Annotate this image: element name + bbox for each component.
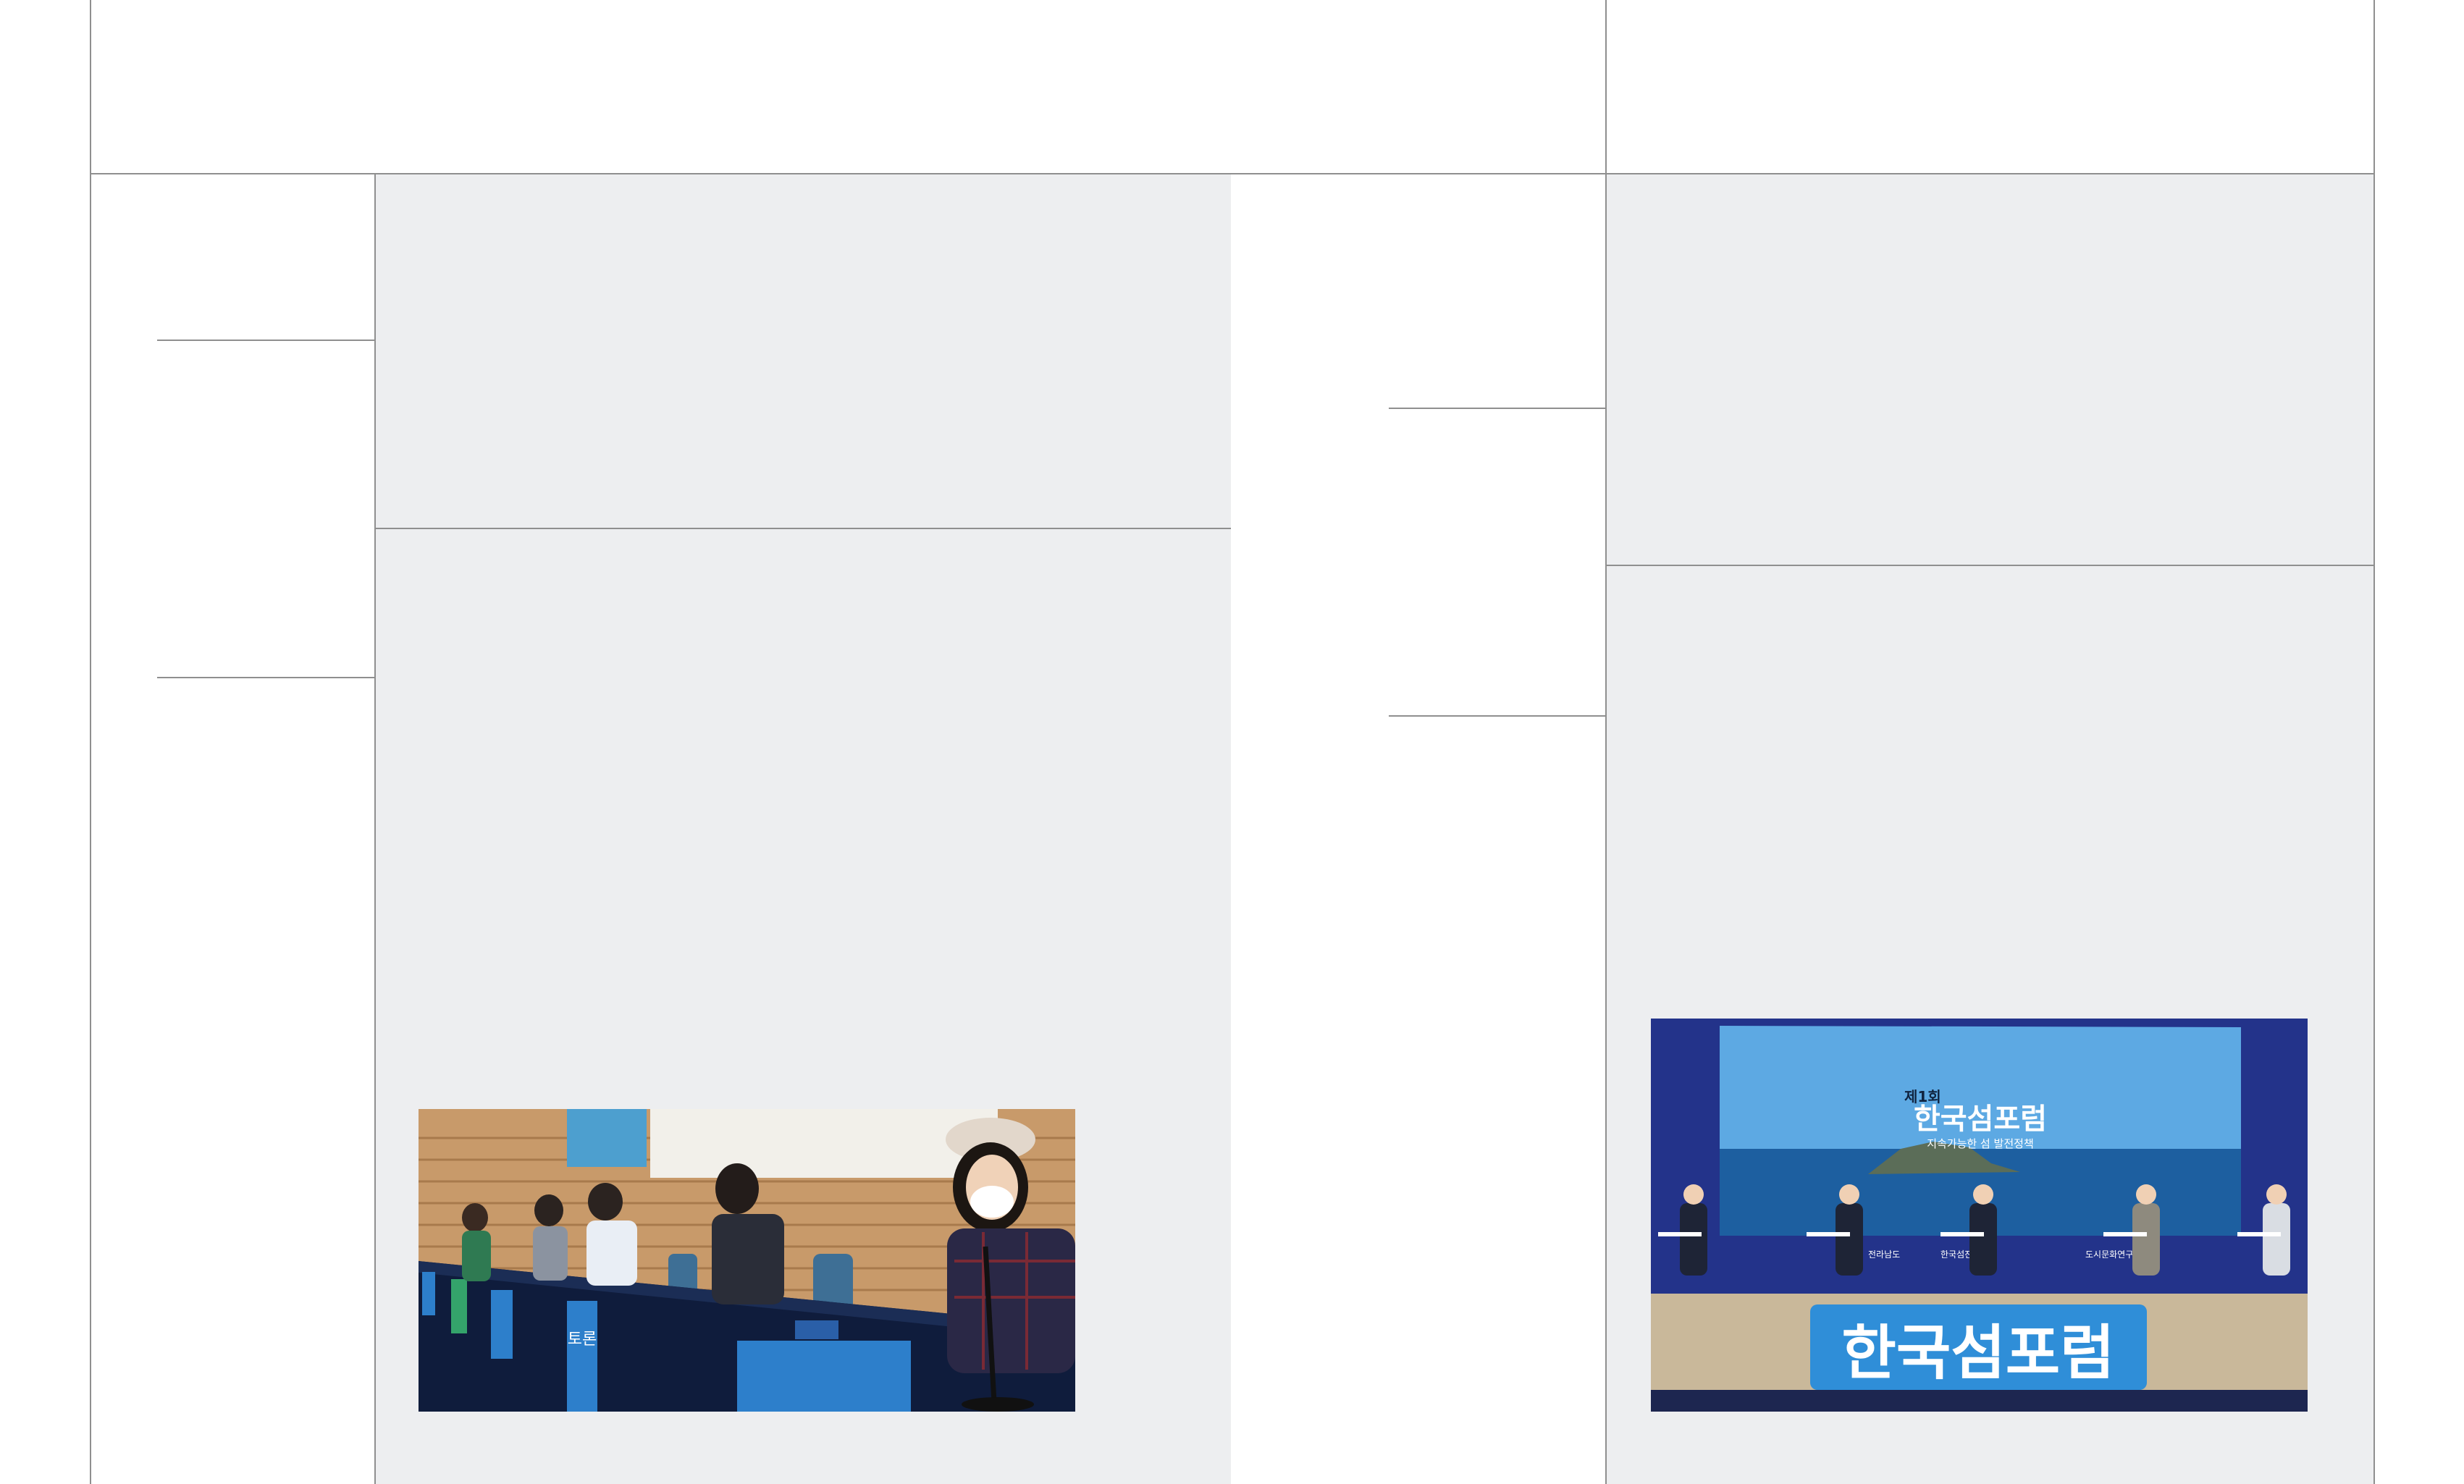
- screen-title: 한국섬포럼: [1914, 1103, 2047, 1136]
- margin-rule: [1389, 715, 1605, 717]
- forum-stage-photo: 제1회 한국섬포럼 지속가능한 섬 발전정책 전라남도 한국섬진흥원 도시문화연…: [1651, 1019, 2308, 1412]
- left-border: [90, 0, 91, 1484]
- margin-rule: [157, 677, 374, 678]
- right-panel-divider: [1607, 565, 2373, 566]
- right-border: [2373, 0, 2375, 1484]
- magazine-page: 토론 제1회 한국섬포럼 지속가능한 섬 발전정책 전라남도 한국섬진흥원 도시…: [0, 0, 2464, 1484]
- sign-text-1: 토론: [568, 1331, 597, 1349]
- margin-rule: [1389, 408, 1605, 409]
- left-panel-divider: [375, 528, 1231, 529]
- stage-sign: 한국섬포럼: [1841, 1319, 2114, 1388]
- panel-discussion-photo: 토론: [419, 1109, 1075, 1412]
- left-panel-edge: [374, 174, 376, 1484]
- margin-rule: [157, 340, 374, 341]
- sponsor-1: 전라남도: [1868, 1249, 1900, 1260]
- screen-subtitle: 지속가능한 섬 발전정책: [1927, 1137, 2034, 1150]
